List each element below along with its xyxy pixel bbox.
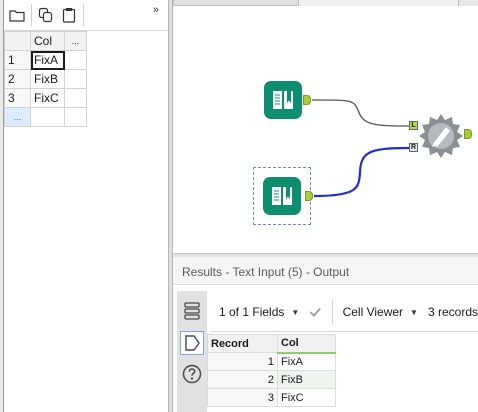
grid-cell[interactable]: FixC	[30, 88, 65, 108]
formula-tool[interactable]	[418, 113, 464, 159]
record-column-header[interactable]: Record	[207, 334, 278, 353]
results-title: Results - Text Input (5) - Output	[173, 257, 478, 285]
help-button[interactable]	[180, 362, 204, 386]
toolbar-separator	[331, 300, 333, 324]
results-header-row: Record Col	[207, 334, 336, 354]
fields-dropdown[interactable]: 1 of 1 Fields ▼	[219, 305, 299, 319]
metadata-view-button[interactable]	[180, 299, 204, 323]
results-toolbar: 1 of 1 Fields ▼ Cell Viewer ▼ 3 records	[211, 297, 478, 327]
grid-row: 3 FixC	[4, 88, 87, 108]
grid-row: 2 FixB	[4, 69, 87, 89]
results-side-rail	[177, 291, 207, 412]
viewer-dropdown[interactable]: Cell Viewer ▼	[343, 305, 418, 319]
table-row[interactable]: 2 FixB	[207, 370, 336, 389]
grid-empty-cell[interactable]	[64, 50, 87, 70]
output-anchor[interactable]	[303, 95, 311, 105]
corner-cell	[4, 31, 31, 51]
grid-new-row: ...	[4, 107, 87, 127]
grid-empty-cell[interactable]	[64, 69, 87, 89]
toolbar-divider	[211, 331, 478, 332]
col-column-header[interactable]: Col	[277, 334, 336, 354]
grid-toolbar: »	[4, 0, 168, 30]
toolbar-separator	[31, 4, 32, 26]
workflow-canvas[interactable]: L R	[173, 0, 478, 253]
row-number: 3	[4, 88, 31, 108]
collapse-panel-icon[interactable]: »	[153, 4, 159, 16]
row-number: 1	[4, 50, 31, 70]
viewer-label: Cell Viewer	[342, 305, 404, 319]
help-icon	[182, 364, 202, 384]
input-data-grid: Col ... 1 FixA 2 FixB 3 FixC ...	[4, 31, 87, 127]
book-icon	[273, 91, 293, 109]
copy-icon[interactable]	[36, 4, 56, 26]
results-pane: 1 of 1 Fields ▼ Cell Viewer ▼ 3 records …	[173, 285, 478, 412]
grid-header-row: Col ...	[4, 31, 87, 51]
grid-empty-cell[interactable]	[30, 107, 65, 127]
connection-wire-top	[311, 99, 410, 127]
table-cell[interactable]: FixA	[277, 352, 336, 371]
grid-cell[interactable]: FixA	[30, 50, 65, 70]
record-number: 2	[207, 370, 278, 389]
table-cell[interactable]: FixB	[277, 370, 336, 389]
text-input-config-panel: » Col ... 1 FixA 2 FixB 3 FixC ...	[0, 0, 168, 412]
data-view-button[interactable]	[180, 331, 204, 355]
table-row[interactable]: 3 FixC	[207, 388, 336, 407]
text-input-tool-2[interactable]	[263, 177, 301, 215]
text-input-tool-1[interactable]	[264, 81, 302, 119]
folder-icon[interactable]	[7, 4, 27, 26]
add-row-button[interactable]: ...	[4, 107, 31, 127]
chevron-down-icon: ▼	[291, 307, 300, 317]
right-input-anchor[interactable]: R	[409, 143, 418, 152]
book-icon	[272, 187, 292, 205]
checkmark-icon[interactable]	[309, 304, 322, 320]
record-number: 3	[207, 388, 278, 407]
grid-empty-cell[interactable]	[64, 88, 87, 108]
column-header-col[interactable]: Col	[30, 31, 65, 51]
output-anchor[interactable]	[305, 191, 313, 201]
results-table: Record Col 1 FixA 2 FixB 3 FixC	[207, 334, 336, 407]
output-anchor[interactable]	[464, 129, 472, 139]
add-column-header[interactable]: ...	[64, 31, 87, 51]
record-number: 1	[207, 352, 278, 371]
stack-icon	[184, 302, 200, 320]
fields-selector-label: 1 of 1 Fields	[219, 305, 285, 319]
tag-icon	[185, 335, 200, 351]
table-row[interactable]: 1 FixA	[207, 352, 336, 371]
connection-wire-selected	[313, 146, 410, 198]
left-input-anchor[interactable]: L	[409, 121, 418, 130]
clipboard-icon[interactable]	[59, 4, 79, 26]
table-cell[interactable]: FixC	[277, 388, 336, 407]
record-count: 3 records	[427, 305, 478, 319]
row-number: 2	[4, 69, 31, 89]
grid-empty-cell[interactable]	[64, 107, 87, 127]
toolbar-separator	[83, 4, 84, 26]
grid-cell[interactable]: FixB	[30, 69, 65, 89]
grid-row: 1 FixA	[4, 50, 87, 70]
chevron-down-icon: ▼	[410, 307, 418, 317]
